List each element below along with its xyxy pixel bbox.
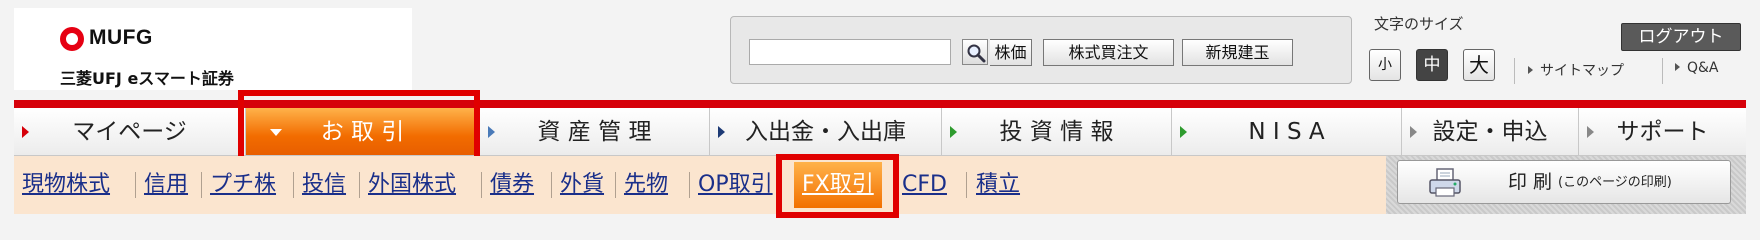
- font-size-small-button[interactable]: 小: [1369, 49, 1401, 81]
- divider: [135, 172, 136, 198]
- sub-nav-item[interactable]: 積立: [976, 168, 1020, 202]
- nav-tab-settings[interactable]: 設定・申込: [1402, 108, 1579, 156]
- nav-tab-label: サポート: [1616, 119, 1709, 145]
- company-name: 三菱UFJ eスマート証券: [60, 69, 234, 88]
- sub-nav-item-active[interactable]: FX取引: [794, 162, 882, 208]
- divider: [293, 172, 294, 198]
- quick-search-panel: 株価 株式買注文 新規建玉: [730, 16, 1352, 84]
- nav-tab-trading[interactable]: お 取 引: [246, 108, 480, 156]
- arrow-right-icon: [1180, 126, 1187, 138]
- sub-nav-item[interactable]: 投信: [302, 168, 346, 202]
- nav-tab-label: N I S A: [1248, 119, 1325, 145]
- sub-nav-item[interactable]: 債券: [490, 168, 534, 202]
- nav-tab-label: お 取 引: [320, 119, 405, 145]
- arrow-right-icon: [488, 126, 495, 138]
- main-nav: マイページ お 取 引 資 産 管 理 入出金・入出庫 投 資 情 報 N I …: [14, 108, 1746, 156]
- logo-area[interactable]: MUFG 三菱UFJ eスマート証券: [14, 8, 412, 90]
- font-size-label: 文字のサイズ: [1374, 15, 1464, 33]
- sub-nav-item[interactable]: 現物株式: [22, 168, 110, 202]
- search-icon[interactable]: [962, 39, 988, 65]
- nav-tab-label: 設定・申込: [1432, 119, 1548, 145]
- arrow-right-icon: [1410, 126, 1417, 138]
- search-input[interactable]: [749, 39, 951, 65]
- nav-tab-label: 入出金・入出庫: [745, 119, 906, 145]
- stock-price-button[interactable]: 株価: [990, 39, 1032, 66]
- print-note: (このページの印刷): [1558, 175, 1672, 190]
- sub-nav: 現物株式 信用 プチ株 投信 外国株式 債券 外貨 先物 OP取引 FX取引 C…: [14, 156, 1386, 214]
- nav-tab-label: 資 産 管 理: [537, 119, 652, 145]
- sub-nav-item[interactable]: OP取引: [698, 168, 773, 202]
- sub-nav-item[interactable]: プチ株: [210, 168, 276, 202]
- divider: [551, 172, 552, 198]
- nav-tab-label: 投 資 情 報: [999, 119, 1114, 145]
- nav-tab-mypage[interactable]: マイページ: [14, 108, 246, 156]
- new-position-button[interactable]: 新規建玉: [1182, 39, 1293, 66]
- arrow-right-icon: [1587, 126, 1594, 138]
- sub-nav-item[interactable]: 外国株式: [368, 168, 456, 202]
- sitemap-link[interactable]: サイトマップ: [1528, 60, 1624, 80]
- divider: [1662, 58, 1663, 84]
- sub-nav-item[interactable]: 外貨: [560, 168, 604, 202]
- print-button[interactable]: 印 刷 (このページの印刷): [1397, 160, 1731, 204]
- stock-buy-order-button[interactable]: 株式買注文: [1043, 39, 1174, 66]
- divider: [689, 172, 690, 198]
- nav-tab-nisa[interactable]: N I S A: [1172, 108, 1402, 156]
- arrow-right-icon: [950, 126, 957, 138]
- header: MUFG 三菱UFJ eスマート証券 株価 株式買注文 新規建玉 文字のサイズ …: [0, 0, 1760, 100]
- divider: [966, 172, 967, 198]
- sub-nav-item[interactable]: 信用: [144, 168, 188, 202]
- divider: [201, 172, 202, 198]
- logout-button[interactable]: ログアウト: [1621, 23, 1741, 51]
- divider: [1514, 58, 1515, 84]
- arrow-right-icon: [718, 126, 725, 138]
- sub-nav-item[interactable]: 先物: [624, 168, 668, 202]
- divider: [481, 172, 482, 198]
- divider: [359, 172, 360, 198]
- font-size-large-button[interactable]: 大: [1463, 49, 1495, 81]
- mufg-logo-icon: [60, 27, 84, 51]
- font-size-medium-button[interactable]: 中: [1416, 49, 1448, 81]
- nav-tab-assets[interactable]: 資 産 管 理: [480, 108, 710, 156]
- arrow-down-icon: [270, 129, 282, 136]
- print-label: 印 刷: [1508, 171, 1553, 193]
- nav-tab-deposit-withdraw[interactable]: 入出金・入出庫: [710, 108, 942, 156]
- divider: [615, 172, 616, 198]
- sub-nav-item[interactable]: CFD: [902, 168, 947, 202]
- nav-tab-investment-info[interactable]: 投 資 情 報: [942, 108, 1172, 156]
- arrow-right-icon: [22, 126, 29, 138]
- nav-top-border: [14, 100, 1746, 108]
- printer-icon: [1428, 168, 1462, 198]
- nav-tab-support[interactable]: サポート: [1579, 108, 1746, 156]
- nav-tab-label: マイページ: [72, 119, 187, 145]
- mufg-logo-text: MUFG: [89, 26, 153, 49]
- qa-link[interactable]: Q&A: [1675, 60, 1719, 76]
